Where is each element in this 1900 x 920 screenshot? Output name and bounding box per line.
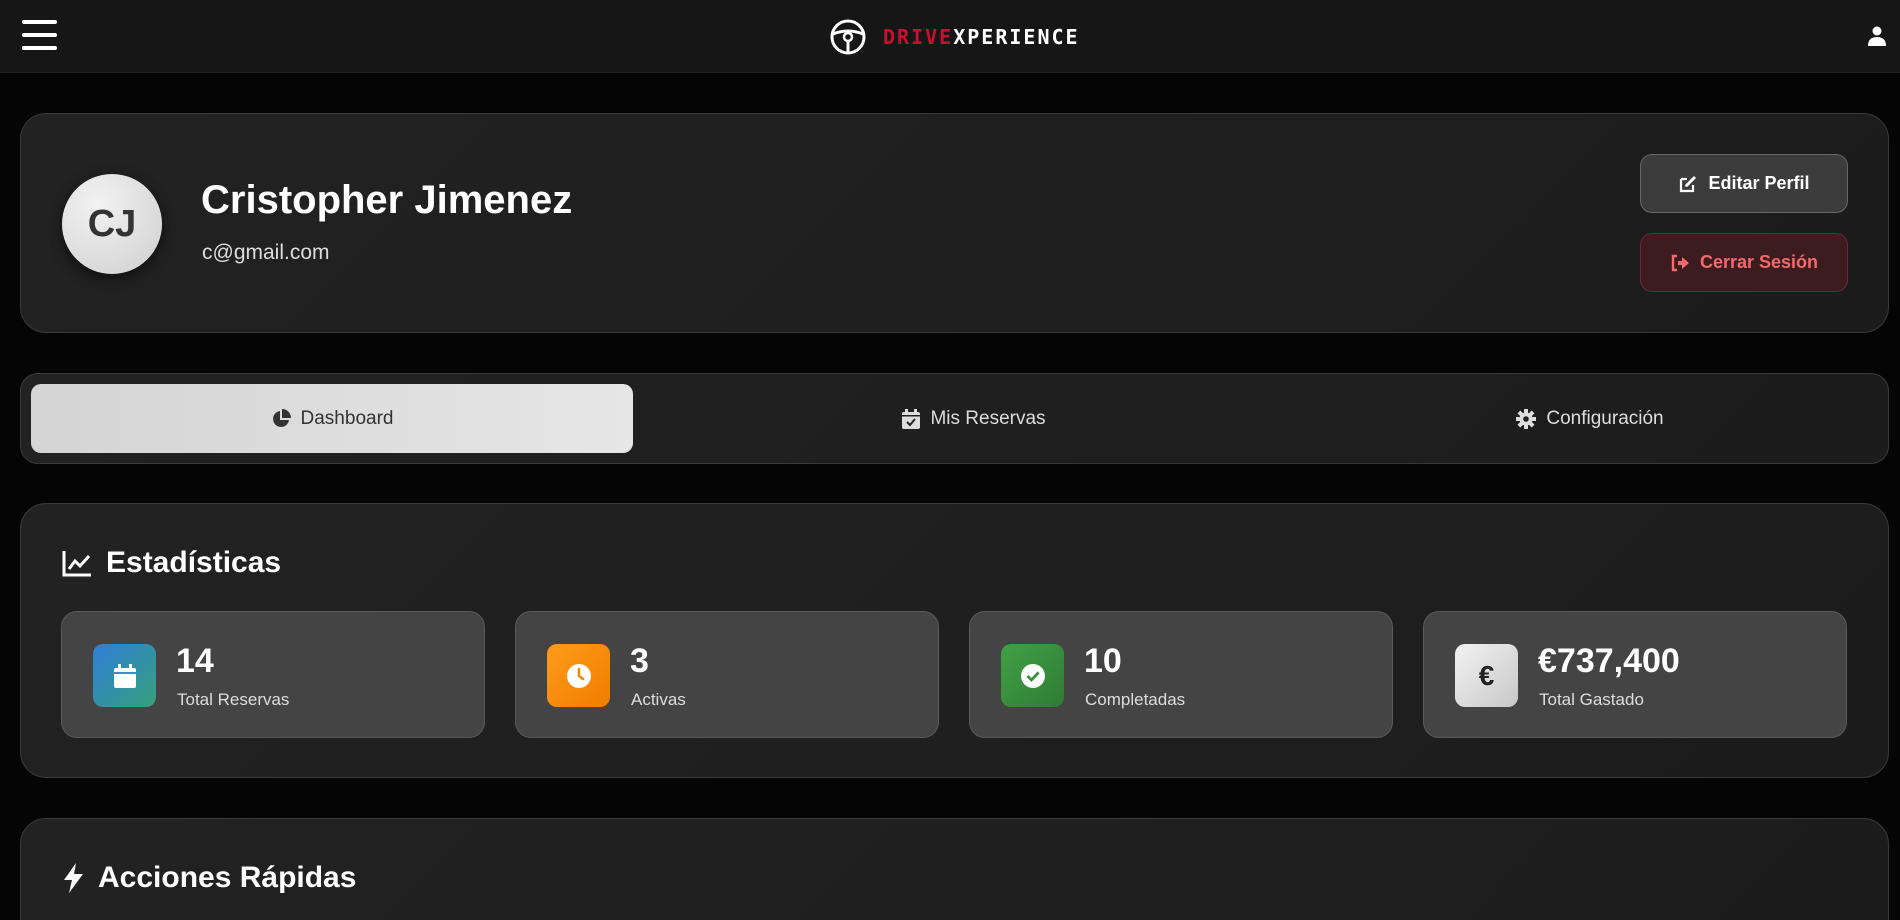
tab-dashboard-label: Dashboard (300, 407, 394, 429)
top-navbar: DRIVEXPERIENCE (0, 0, 1900, 73)
stat-label: Completadas (1085, 690, 1186, 709)
stats-card: Estadísticas 14 Total Reservas 3 Activas (20, 503, 1889, 778)
edit-profile-button[interactable]: Editar Perfil (1640, 154, 1848, 213)
stat-value: 14 (176, 642, 214, 680)
line-chart-icon (62, 551, 91, 577)
edit-icon (1680, 175, 1697, 192)
pie-chart-icon (272, 408, 291, 427)
gear-icon (1516, 408, 1537, 429)
stats-title: Estadísticas (106, 546, 282, 579)
quick-actions-heading: Acciones Rápidas (62, 861, 356, 895)
tab-configuracion[interactable]: Configuración (1289, 384, 1891, 453)
tab-mis-reservas-label: Mis Reservas (930, 407, 1046, 429)
quick-actions-title: Acciones Rápidas (98, 861, 357, 894)
check-circle-icon (1001, 644, 1064, 707)
profile-email: c@gmail.com (202, 241, 330, 264)
quick-actions-card: Acciones Rápidas (20, 818, 1889, 920)
steering-wheel-icon (830, 19, 866, 55)
profile-card: CJ Cristopher Jimenez c@gmail.com Editar… (20, 113, 1889, 333)
stat-activas: 3 Activas (515, 611, 939, 738)
stat-label: Total Gastado (1539, 690, 1644, 709)
stat-completadas: 10 Completadas (969, 611, 1393, 738)
stats-heading: Estadísticas (62, 546, 281, 580)
calendar-check-icon (902, 408, 921, 429)
euro-icon: € (1455, 644, 1518, 707)
stat-label: Activas (631, 690, 686, 709)
calendar-icon (93, 644, 156, 707)
logout-label: Cerrar Sesión (1699, 252, 1819, 272)
tab-bar: Dashboard Mis Reservas Configuración (20, 373, 1889, 464)
logout-button[interactable]: Cerrar Sesión (1640, 233, 1848, 292)
stat-value: €737,400 (1538, 642, 1680, 680)
stat-label: Total Reservas (177, 690, 290, 709)
user-icon[interactable] (1868, 26, 1886, 46)
clock-icon (547, 644, 610, 707)
stat-total-reservas: 14 Total Reservas (61, 611, 485, 738)
brand-logo[interactable]: DRIVEXPERIENCE (829, 18, 1080, 56)
sign-out-icon (1671, 254, 1689, 271)
tab-configuracion-label: Configuración (1546, 407, 1664, 429)
brand-name: DRIVEXPERIENCE (883, 25, 1080, 49)
stat-value: 3 (630, 642, 649, 680)
avatar: CJ (62, 174, 162, 274)
tab-dashboard[interactable]: Dashboard (31, 384, 633, 453)
edit-profile-label: Editar Perfil (1708, 173, 1810, 193)
profile-name: Cristopher Jimenez (201, 178, 573, 222)
hamburger-menu-icon[interactable] (22, 20, 57, 50)
bolt-icon (64, 863, 83, 893)
tab-mis-reservas[interactable]: Mis Reservas (673, 384, 1275, 453)
stat-value: 10 (1084, 642, 1122, 680)
stat-total-gastado: € €737,400 Total Gastado (1423, 611, 1847, 738)
